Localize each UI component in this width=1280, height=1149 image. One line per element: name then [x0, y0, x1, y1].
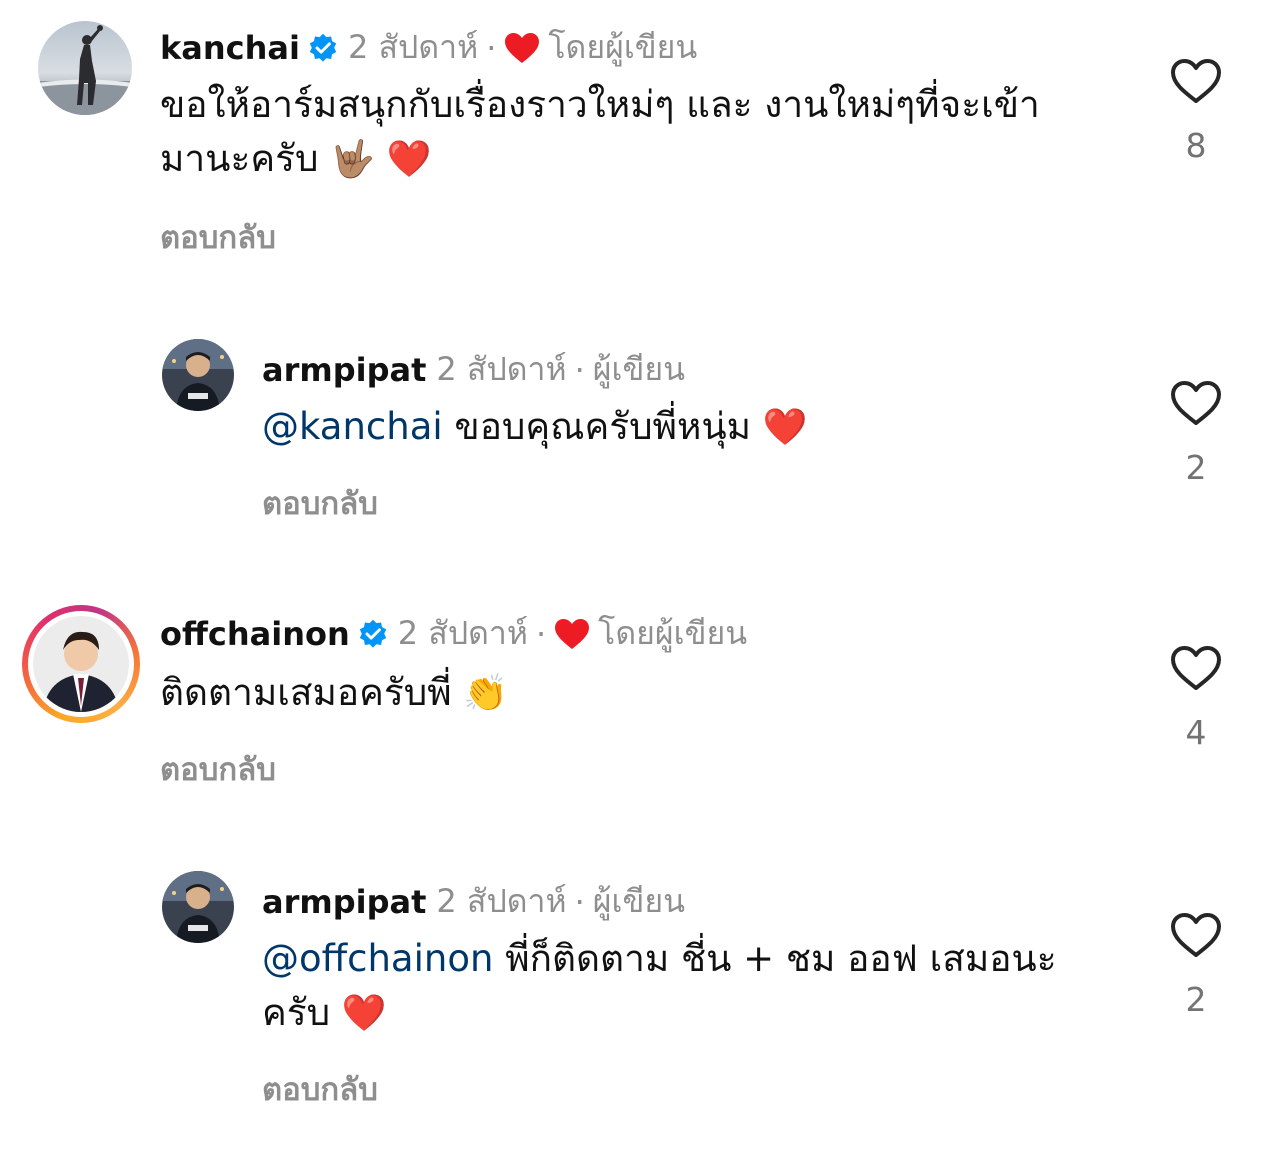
reply-button[interactable]: ตอบกลับ	[160, 212, 276, 262]
separator-dot: ·	[574, 882, 585, 921]
like-control: 2	[1167, 912, 1225, 1019]
comment-meta: armpipat 2 สัปดาห์ · ผู้เขียน	[262, 876, 685, 927]
mention-link[interactable]: @offchainon	[262, 937, 493, 980]
username[interactable]: kanchai	[160, 29, 300, 67]
reply-button[interactable]: ตอบกลับ	[262, 1064, 378, 1114]
avatar[interactable]	[33, 616, 129, 712]
verified-badge-icon	[308, 33, 338, 63]
story-ring[interactable]	[22, 605, 140, 723]
comment-meta: offchainon 2 สัปดาห์ · โดยผู้เขียน	[160, 608, 747, 659]
username[interactable]: offchainon	[160, 615, 350, 653]
like-control: 2	[1167, 380, 1225, 487]
heart-outline-icon[interactable]	[1170, 58, 1222, 104]
reply-button[interactable]: ตอบกลับ	[160, 744, 276, 794]
profile-avatar-image	[162, 871, 234, 943]
comment-emojis: 🤟🏽 ❤️	[330, 139, 432, 180]
like-control: 4	[1167, 645, 1225, 752]
comment-text: @offchainon พี่ก็ติดตาม ชี่น + ชม ออฟ เส…	[262, 932, 1112, 1041]
username[interactable]: armpipat	[262, 883, 426, 921]
profile-avatar-image	[162, 339, 234, 411]
mention-link[interactable]: @kanchai	[262, 405, 443, 448]
comment-meta: kanchai 2 สัปดาห์ · โดยผู้เขียน	[160, 22, 697, 73]
author-label: โดยผู้เขียน	[548, 28, 698, 66]
comment-time: 2 สัปดาห์	[347, 28, 479, 66]
author-label: โดยผู้เขียน	[598, 614, 748, 652]
heart-outline-icon[interactable]	[1170, 912, 1222, 958]
comment-text: ขอให้อาร์มสนุกกับเรื่องราวใหม่ๆ และ งานใ…	[160, 78, 1110, 187]
like-control: 8	[1167, 58, 1225, 165]
like-count: 8	[1185, 126, 1207, 165]
creator-liked-heart-icon	[554, 618, 590, 650]
heart-outline-icon[interactable]	[1170, 380, 1222, 426]
reply-button[interactable]: ตอบกลับ	[262, 478, 378, 528]
like-count: 4	[1185, 713, 1207, 752]
separator-dot: ·	[574, 350, 585, 389]
comment-body: ขอบคุณครับพี่หนุ่ม	[454, 405, 752, 448]
profile-avatar-image	[33, 616, 129, 712]
avatar[interactable]	[162, 871, 234, 943]
username[interactable]: armpipat	[262, 351, 426, 389]
comment-emojis: ❤️	[341, 993, 387, 1034]
comment-time: 2 สัปดาห์	[436, 882, 567, 920]
author-label: ผู้เขียน	[592, 882, 685, 920]
comment-text: @kanchai ขอบคุณครับพี่หนุ่ม ❤️	[262, 400, 1212, 455]
comment-emojis: 👏	[463, 673, 509, 714]
comment-body: ขอให้อาร์มสนุกกับเรื่องราวใหม่ๆ และ งานใ…	[160, 83, 1040, 180]
separator-dot: ·	[535, 614, 547, 653]
profile-avatar-image	[38, 21, 132, 115]
comment-meta: armpipat 2 สัปดาห์ · ผู้เขียน	[262, 344, 685, 395]
avatar[interactable]	[38, 21, 132, 115]
verified-badge-icon	[358, 619, 388, 649]
heart-outline-icon[interactable]	[1170, 645, 1222, 691]
creator-liked-heart-icon	[504, 32, 540, 64]
separator-dot: ·	[486, 28, 497, 67]
author-label: ผู้เขียน	[592, 350, 685, 388]
comment-time: 2 สัปดาห์	[397, 614, 528, 652]
avatar[interactable]	[162, 339, 234, 411]
comment-body: ติดตามเสมอครับพี่	[160, 671, 452, 714]
comment-time: 2 สัปดาห์	[436, 350, 567, 388]
comment-text: ติดตามเสมอครับพี่ 👏	[160, 666, 1110, 721]
like-count: 2	[1185, 448, 1207, 487]
comment-emojis: ❤️	[762, 407, 808, 448]
like-count: 2	[1185, 980, 1207, 1019]
